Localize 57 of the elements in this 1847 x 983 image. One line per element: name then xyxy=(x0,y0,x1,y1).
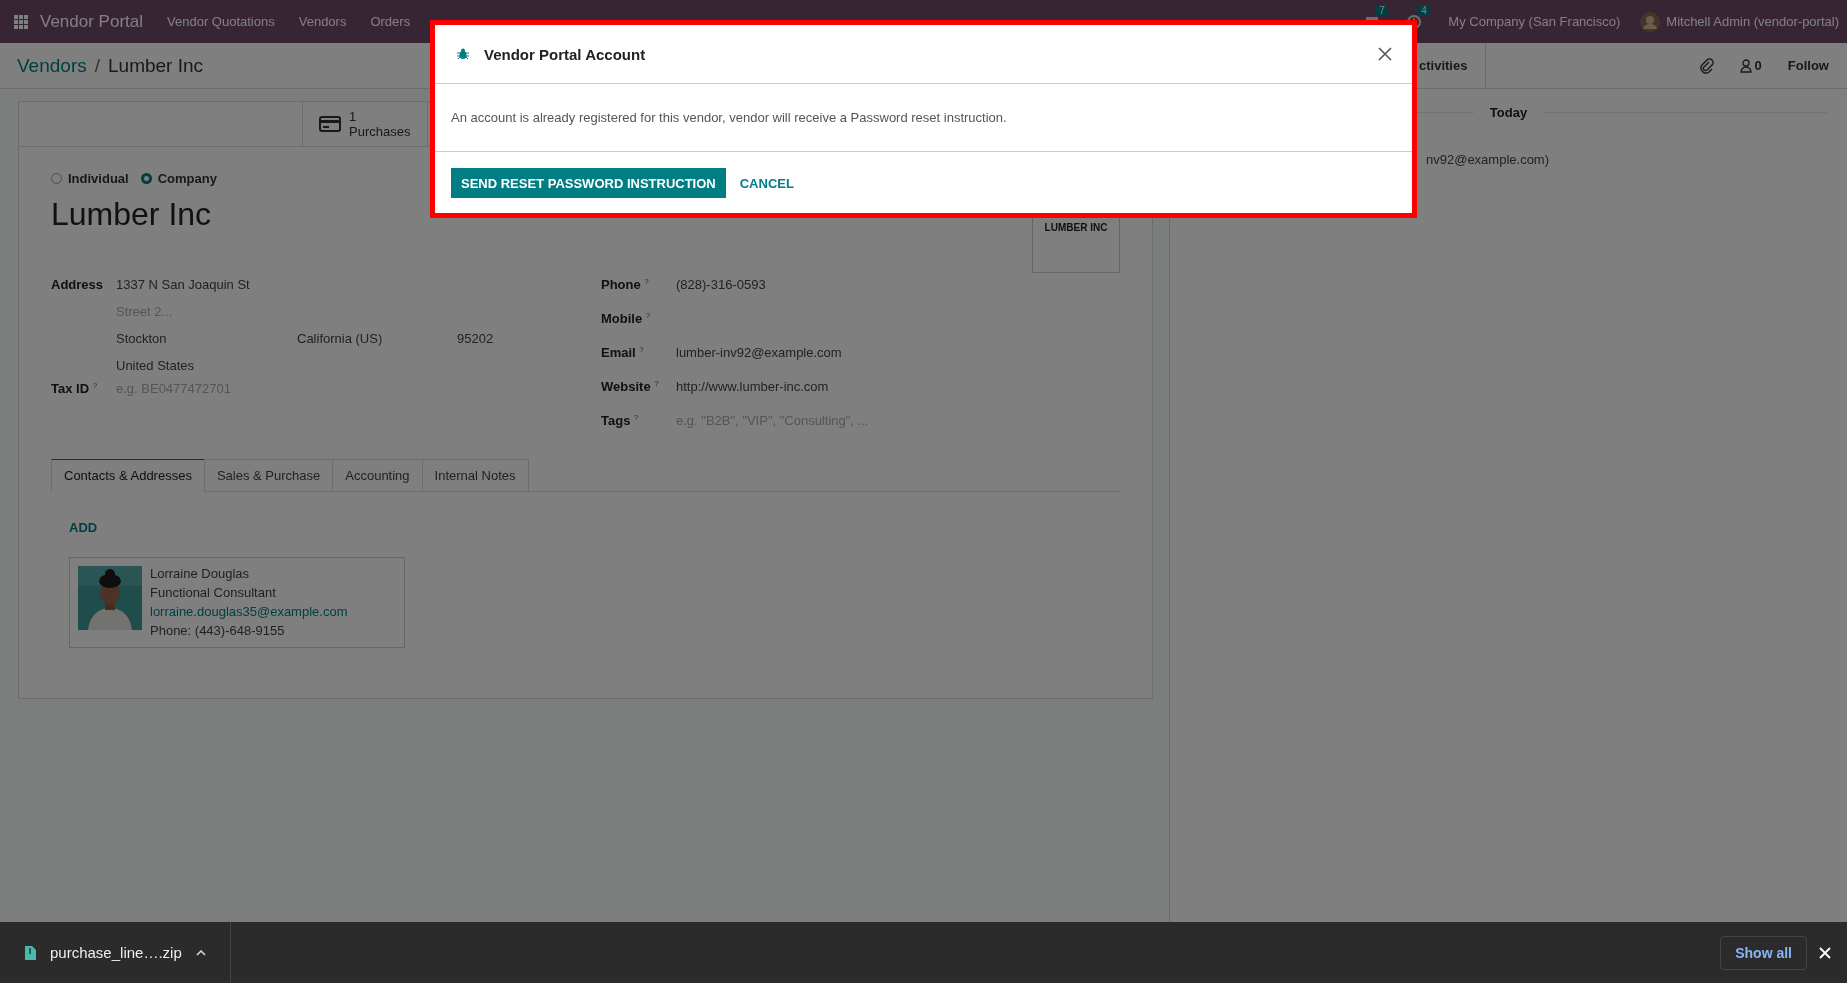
field-value[interactable]: lumber-inv92@example.com xyxy=(676,345,842,379)
contact-email[interactable]: lorraine.douglas35@example.com xyxy=(150,604,348,620)
user-menu[interactable]: Mitchell Admin (vendor-portal) xyxy=(1666,14,1839,29)
bug-icon[interactable] xyxy=(457,48,469,60)
count-badge: 7 xyxy=(1376,4,1388,16)
date-separator: Today xyxy=(1488,105,1529,120)
field-value[interactable]: http://www.lumber-inc.com xyxy=(676,379,829,413)
field-label: Tags $^{?}$ xyxy=(601,413,640,431)
contact-name: Lorraine Douglas xyxy=(150,566,250,582)
notebook-tab[interactable]: Contacts & Addresses xyxy=(51,459,205,492)
field-label: Mobile $^{?}$ xyxy=(601,311,652,329)
zip-file-icon[interactable] xyxy=(24,945,36,960)
breadcrumb-link[interactable]: Vendors xyxy=(17,54,87,77)
notebook-tab[interactable]: Internal Notes xyxy=(421,459,529,491)
menu-item[interactable]: Vendors xyxy=(298,14,347,29)
field-value[interactable]: United States xyxy=(116,358,494,373)
contact-phone: Phone: (443)-648-9155 xyxy=(150,623,286,639)
company-switcher[interactable]: My Company (San Francisco) xyxy=(1448,14,1621,29)
purchases-button[interactable]: 1 Purchases xyxy=(302,102,428,146)
field-label: Phone $^{?}$ xyxy=(601,277,650,295)
send-reset-button[interactable]: SEND RESET PASSWORD INSTRUCTION xyxy=(451,168,726,198)
dialog-title: Vendor Portal Account xyxy=(484,45,646,63)
apps-menu-icon[interactable] xyxy=(14,14,28,29)
field-value[interactable]: 95202 xyxy=(457,331,494,346)
breadcrumb-separator: / xyxy=(94,54,100,77)
field-label: Email $^{?}$ xyxy=(601,345,645,363)
field-value[interactable]: California (US) xyxy=(297,331,457,346)
field-label: Address xyxy=(51,277,105,294)
followers-button[interactable]: 0 xyxy=(1733,57,1768,74)
dialog-message: An account is already registered for this vendor, vendor will receive a Password reset instruction. xyxy=(451,110,1008,125)
person-icon[interactable] xyxy=(1739,58,1752,73)
add-link[interactable]: ADD xyxy=(69,520,98,535)
record-name: Lumber Inc xyxy=(51,196,213,233)
close-icon[interactable] xyxy=(1378,47,1392,61)
follow-button[interactable]: Follow xyxy=(1781,57,1835,74)
menu-item[interactable]: Vendor Quotations xyxy=(167,14,275,29)
cancel-button[interactable]: CANCEL xyxy=(739,175,794,191)
menu-item[interactable]: Orders xyxy=(370,14,411,29)
field-label: Tax ID $^{?}$ xyxy=(51,381,99,397)
field-label: Website $^{?}$ xyxy=(601,379,660,397)
radio-label[interactable]: Company xyxy=(157,171,217,186)
message-text: nv92@example.com) xyxy=(1426,152,1551,167)
contact-function: Functional Consultant xyxy=(150,585,277,601)
count-badge: 4 xyxy=(1418,4,1430,16)
caret-icon[interactable] xyxy=(195,949,206,956)
radio-label[interactable]: Individual xyxy=(68,171,129,186)
show-all-button[interactable]: Show all xyxy=(1720,935,1807,970)
paperclip-icon[interactable] xyxy=(1699,57,1714,74)
field-value[interactable]: Stockton xyxy=(116,331,297,346)
contact-card[interactable]: Lorraine Douglas Functional Consultant lorraine.douglas35@example.com Phone: (443)-648-9155 xyxy=(69,557,405,648)
field-value[interactable]: 1337 N San Joaquin St xyxy=(116,277,494,292)
app-name[interactable]: Vendor Portal xyxy=(40,11,143,32)
field-value[interactable]: (828)-316-0593 xyxy=(676,277,766,311)
download-filename[interactable]: purchase_line….zip xyxy=(50,944,182,961)
breadcrumb-current: Lumber Inc xyxy=(108,54,204,77)
radio-button[interactable] xyxy=(140,173,152,184)
card-icon[interactable] xyxy=(319,116,341,132)
